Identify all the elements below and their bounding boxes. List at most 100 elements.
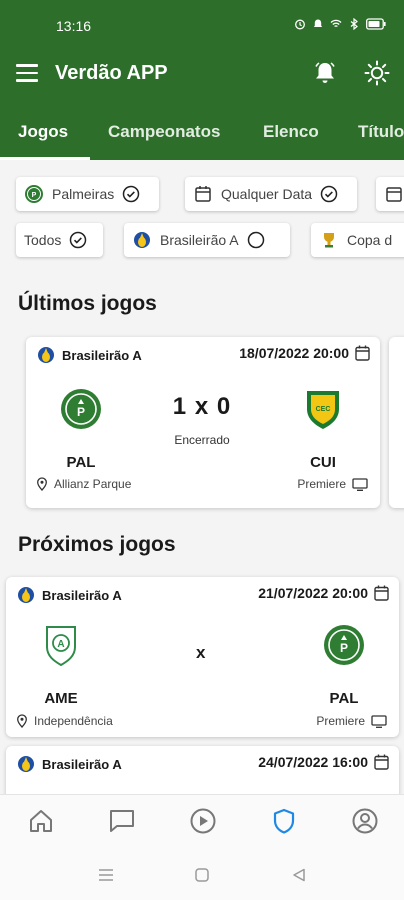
- brasileirao-logo-icon: [134, 232, 150, 248]
- battery-icon: [366, 18, 386, 30]
- menu-icon[interactable]: [16, 64, 38, 82]
- tab-campeonatos[interactable]: Campeonatos: [108, 122, 220, 142]
- tab-jogos[interactable]: Jogos: [18, 122, 68, 142]
- home-team: A AME: [21, 623, 101, 707]
- calendar-icon: [386, 187, 402, 202]
- wifi-icon: [330, 19, 342, 28]
- match-datetime-text: 21/07/2022 20:00: [258, 585, 368, 601]
- team-abbreviation: PAL: [66, 454, 96, 471]
- status-bar: 13:16: [0, 0, 404, 42]
- score-value: 1 x 0: [172, 393, 232, 420]
- check-circle-icon: [320, 185, 338, 203]
- section-title-last-games: Últimos jogos: [18, 292, 157, 315]
- match-datetime: 21/07/2022 20:00: [258, 585, 389, 601]
- chat-icon[interactable]: [108, 807, 136, 835]
- away-team: CEC CUI: [283, 387, 363, 471]
- filter-chip-copa[interactable]: Copa d: [311, 223, 404, 257]
- svg-text:P: P: [32, 192, 37, 199]
- cuiaba-crest-icon: CEC: [307, 391, 339, 429]
- venue: Independência: [16, 714, 121, 728]
- tv-icon: [352, 477, 368, 491]
- do-not-disturb-icon: [313, 19, 323, 27]
- filter-chip-date[interactable]: Qualquer Data: [185, 177, 357, 211]
- competition-label: Brasileirão A: [16, 585, 122, 605]
- broadcast: Premiere: [297, 477, 368, 491]
- competition-label: Brasileirão A: [36, 345, 142, 365]
- empty-circle-icon: [247, 231, 264, 249]
- system-navigation-bar: [0, 850, 404, 900]
- home-team: P PAL: [41, 387, 121, 471]
- check-circle-icon: [123, 185, 140, 203]
- match-datetime: 24/07/2022 16:00: [258, 754, 389, 770]
- filter-chip-brasileirao[interactable]: Brasileirão A: [124, 223, 290, 257]
- filter-chip-team[interactable]: P Palmeiras: [16, 177, 159, 211]
- filter-chip-label: Qualquer Data: [221, 186, 313, 202]
- svg-text:CEC: CEC: [316, 406, 331, 413]
- svg-text:P: P: [340, 641, 348, 655]
- app-bar: Verdão APP: [0, 42, 404, 106]
- match-score: 1 x 0 Encerrado: [142, 393, 262, 447]
- status-time: 13:16: [56, 18, 92, 34]
- versus-separator: x: [196, 643, 206, 662]
- competition-name: Brasileirão A: [62, 347, 142, 363]
- home-icon[interactable]: [27, 807, 55, 835]
- filter-chip-label: Copa d: [347, 232, 393, 248]
- location-pin-icon: [37, 477, 47, 491]
- tab-elenco[interactable]: Elenco: [263, 122, 319, 142]
- section-title-next-games: Próximos jogos: [18, 533, 176, 556]
- shield-icon[interactable]: [270, 807, 298, 835]
- check-circle-icon: [70, 231, 87, 249]
- active-tab-indicator: [0, 157, 90, 160]
- competition-name: Brasileirão A: [42, 756, 122, 772]
- tab-bar: Jogos Campeonatos Elenco Título: [0, 106, 404, 160]
- calendar-icon[interactable]: [374, 754, 389, 770]
- profile-icon[interactable]: [351, 807, 379, 835]
- match-datetime-text: 24/07/2022 16:00: [258, 754, 368, 770]
- play-circle-icon[interactable]: [189, 807, 217, 835]
- last-game-card[interactable]: Brasileirão A 18/07/2022 20:00 P PAL 1 x…: [26, 337, 380, 508]
- svg-text:A: A: [57, 639, 64, 650]
- calendar-icon[interactable]: [355, 345, 370, 361]
- match-datetime-text: 18/07/2022 20:00: [239, 345, 349, 361]
- venue-name: Allianz Parque: [54, 477, 132, 491]
- next-game-card[interactable]: Brasileirão A 21/07/2022 20:00 A AME x P…: [6, 577, 399, 737]
- theme-toggle-sun-icon[interactable]: [364, 60, 390, 86]
- bluetooth-icon: [350, 18, 358, 30]
- recents-menu-icon[interactable]: [98, 868, 114, 882]
- notification-bell-icon[interactable]: [312, 60, 338, 86]
- calendar-icon: [195, 186, 211, 202]
- team-abbreviation: CUI: [310, 454, 336, 471]
- location-pin-icon: [17, 714, 27, 728]
- match-datetime: 18/07/2022 20:00: [239, 345, 370, 361]
- home-square-icon[interactable]: [195, 868, 209, 882]
- filter-chip-label: Palmeiras: [52, 186, 115, 202]
- tab-titulos[interactable]: Título: [358, 122, 404, 142]
- competition-label: Brasileirão A: [16, 754, 122, 774]
- calendar-icon[interactable]: [374, 585, 389, 601]
- away-team: P PAL: [304, 623, 384, 707]
- filter-chip-all[interactable]: Todos: [16, 223, 103, 257]
- palmeiras-crest-icon: P: [25, 185, 43, 203]
- brasileirao-logo-icon: [18, 587, 34, 603]
- filter-chip-label: Todos: [24, 232, 62, 248]
- status-icons: [294, 18, 386, 30]
- america-mg-crest-icon: A: [46, 626, 76, 667]
- broadcast: Premiere: [316, 714, 387, 728]
- broadcast-name: Premiere: [316, 714, 365, 728]
- app-title: Verdão APP: [55, 62, 168, 84]
- palmeiras-crest-icon: P: [324, 625, 364, 665]
- brasileirao-logo-icon: [18, 756, 34, 772]
- svg-text:P: P: [77, 405, 85, 419]
- filter-chip-partial[interactable]: [376, 177, 404, 211]
- venue: Allianz Parque: [36, 477, 146, 491]
- palmeiras-crest-icon: P: [61, 389, 101, 429]
- match-status: Encerrado: [174, 433, 230, 447]
- filter-chip-label: Brasileirão A: [160, 232, 239, 248]
- tv-icon: [371, 714, 387, 728]
- back-triangle-icon[interactable]: [292, 868, 306, 882]
- brasileirao-logo-icon: [38, 347, 54, 363]
- broadcast-name: Premiere: [297, 477, 346, 491]
- next-card-partial[interactable]: [389, 337, 404, 508]
- alarm-icon: [295, 19, 305, 30]
- team-abbreviation: AME: [44, 690, 78, 707]
